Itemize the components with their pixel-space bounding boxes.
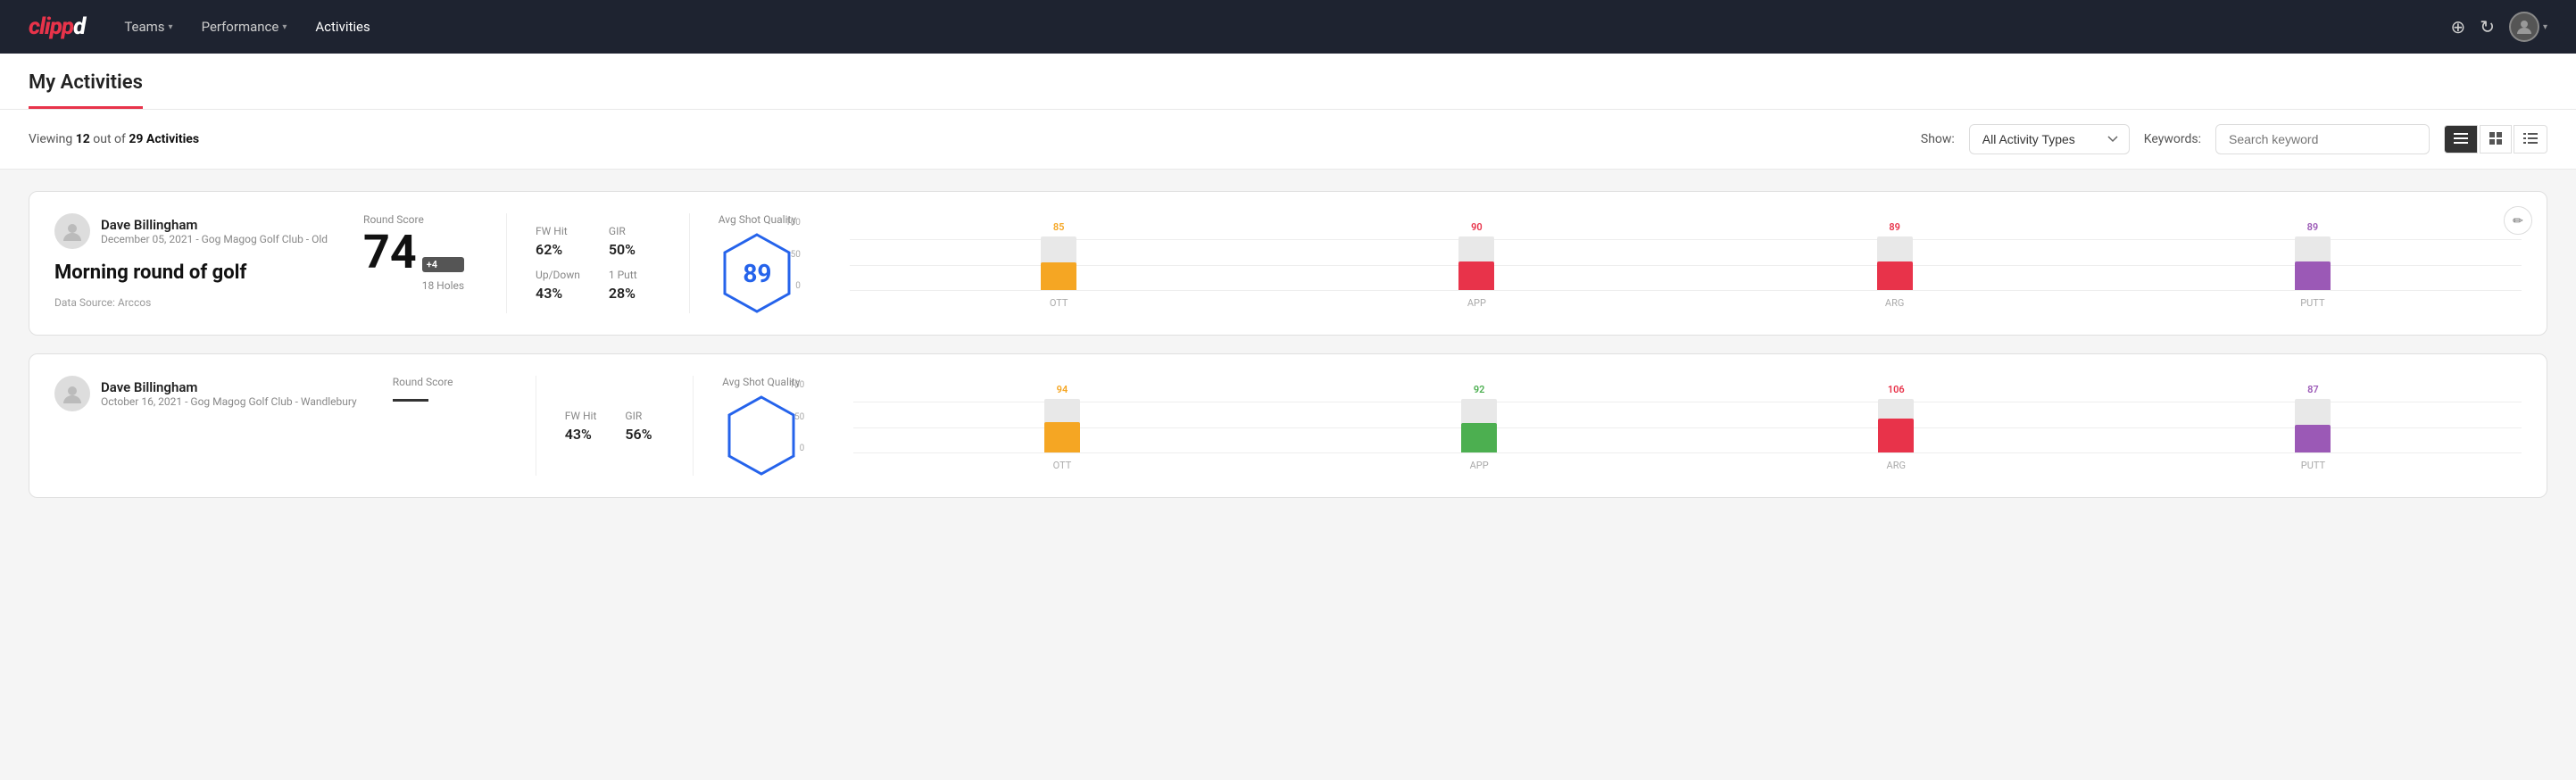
nav-links: Teams ▾ Performance ▾ Activities [113,12,2422,42]
content: ✏ Dave Billingham December 05, 2021 - Go… [0,170,2576,519]
bar-chart-1: 100 50 0 85 [818,218,2522,309]
user-chevron-icon: ▾ [2543,22,2547,32]
fw-hit-value-2: 43% [565,426,597,443]
nav-right: ⊕ ↻ ▾ [2450,12,2547,42]
card-quality-1: Avg Shot Quality 89 100 50 0 [689,213,2522,313]
nav-performance[interactable]: Performance ▾ [191,12,298,42]
quality-label-2: Avg Shot Quality [722,376,800,388]
up-down-label: Up/Down [536,269,580,281]
add-button[interactable]: ⊕ [2450,16,2465,38]
bar-fill-ott [1041,262,1076,290]
card-left-1: Dave Billingham December 05, 2021 - Gog … [54,213,328,313]
bar-fill-app [1458,261,1494,290]
user-details-1: Dave Billingham December 05, 2021 - Gog … [101,217,328,245]
user-name-2: Dave Billingham [101,379,357,395]
bar-fill-putt [2295,261,2331,290]
gir-label-2: GIR [625,410,657,422]
fw-hit-stat: FW Hit 62% [536,225,580,258]
gir-stat: GIR 50% [609,225,653,258]
gir-stat-2: GIR 56% [625,410,657,443]
activity-card-2: Dave Billingham October 16, 2021 - Gog M… [29,353,2547,498]
bar-fill-arg [1877,261,1913,290]
avatar [2509,12,2539,42]
bar-chart-2: 100 50 0 94 [821,380,2522,471]
activity-card-1: ✏ Dave Billingham December 05, 2021 - Go… [29,191,2547,336]
user-info-2: Dave Billingham October 16, 2021 - Gog M… [54,376,357,411]
round-score-label-1: Round Score [363,213,470,226]
chart-gridlines-1 [850,239,2522,291]
fw-hit-stat-2: FW Hit 43% [565,410,597,443]
round-score-badge-1: +4 [422,257,464,272]
navbar: clippd Teams ▾ Performance ▾ Activities … [0,0,2576,54]
user-date-2: October 16, 2021 - Gog Magog Golf Club -… [101,395,357,408]
user-avatar-2 [54,376,90,411]
hexagon-value-1: 89 [743,259,771,288]
user-date-1: December 05, 2021 - Gog Magog Golf Club … [101,233,328,245]
user-info-1: Dave Billingham December 05, 2021 - Gog … [54,213,328,249]
one-putt-value: 28% [609,285,653,302]
user-details-2: Dave Billingham October 16, 2021 - Gog M… [101,379,357,408]
gir-value-2: 56% [625,426,657,443]
view-toggle [2444,125,2547,154]
gir-value: 50% [609,241,653,258]
grid-view-button[interactable] [2480,125,2512,154]
user-name-1: Dave Billingham [101,217,328,233]
page-header: My Activities [0,54,2576,110]
fw-gir-block-1: FW Hit 62% GIR 50% Up/Down 43% 1 Putt 28… [536,225,653,302]
fw-hit-label: FW Hit [536,225,580,237]
round-score-block-1: Round Score 74 +4 18 Holes [363,213,470,313]
show-label: Show: [1921,132,1955,146]
performance-chevron-icon: ▾ [282,22,287,32]
up-down-stat: Up/Down 43% [536,269,580,302]
keywords-label: Keywords: [2144,132,2201,146]
gir-label: GIR [609,225,653,237]
data-source-1: Data Source: Arccos [54,296,328,309]
card-stats-2: FW Hit 43% GIR 56% [536,376,657,476]
fw-hit-label-2: FW Hit [565,410,597,422]
fw-gir-block-2: FW Hit 43% GIR 56% [565,410,657,443]
activity-type-select[interactable]: All Activity Types [1969,124,2130,154]
round-score-label-2: Round Score [393,376,500,388]
one-putt-label: 1 Putt [609,269,653,281]
chart-container-2: 100 50 0 94 [821,380,2522,471]
round-score-holes-1: 18 Holes [422,279,464,292]
chart-y-labels-1: 100 50 0 [785,218,801,291]
user-avatar-1 [54,213,90,249]
nav-activities[interactable]: Activities [304,12,380,42]
list-view-button[interactable] [2514,125,2547,154]
up-down-value: 43% [536,285,580,302]
round-score-num-1: 74 [363,229,417,276]
fw-hit-value: 62% [536,241,580,258]
card-stats-1: FW Hit 62% GIR 50% Up/Down 43% 1 Putt 28… [506,213,653,313]
hexagon-container-2: Avg Shot Quality [722,376,800,476]
activity-title-1: Morning round of golf [54,261,328,284]
round-score-block-2: Round Score [393,376,500,476]
one-putt-stat: 1 Putt 28% [609,269,653,302]
refresh-button[interactable]: ↻ [2480,16,2495,38]
page-title: My Activities [29,54,143,109]
filters-bar: Viewing 12 out of 29 Activities Show: Al… [0,110,2576,170]
nav-teams[interactable]: Teams ▾ [113,12,183,42]
list-dense-view-button[interactable] [2444,125,2478,154]
card-quality-2: Avg Shot Quality 100 50 0 [693,376,2522,476]
user-menu[interactable]: ▾ [2509,12,2547,42]
viewing-text: Viewing 12 out of 29 Activities [29,132,1907,146]
card-left-2: Dave Billingham October 16, 2021 - Gog M… [54,376,357,476]
chart-y-labels-2: 100 50 0 [789,380,804,453]
hexagon-container-1: Avg Shot Quality 89 [719,213,796,313]
hexagon-1: 89 [721,233,793,313]
hexagon-2 [726,395,797,476]
search-input[interactable] [2215,124,2430,154]
chart-gridlines-2 [853,402,2522,453]
round-score-row-1: 74 +4 18 Holes [363,229,470,297]
quality-label-1: Avg Shot Quality [719,213,796,226]
chart-container-1: 100 50 0 85 [818,218,2522,309]
logo: clippd [29,13,85,40]
round-score-placeholder [393,399,428,402]
teams-chevron-icon: ▾ [169,22,173,32]
